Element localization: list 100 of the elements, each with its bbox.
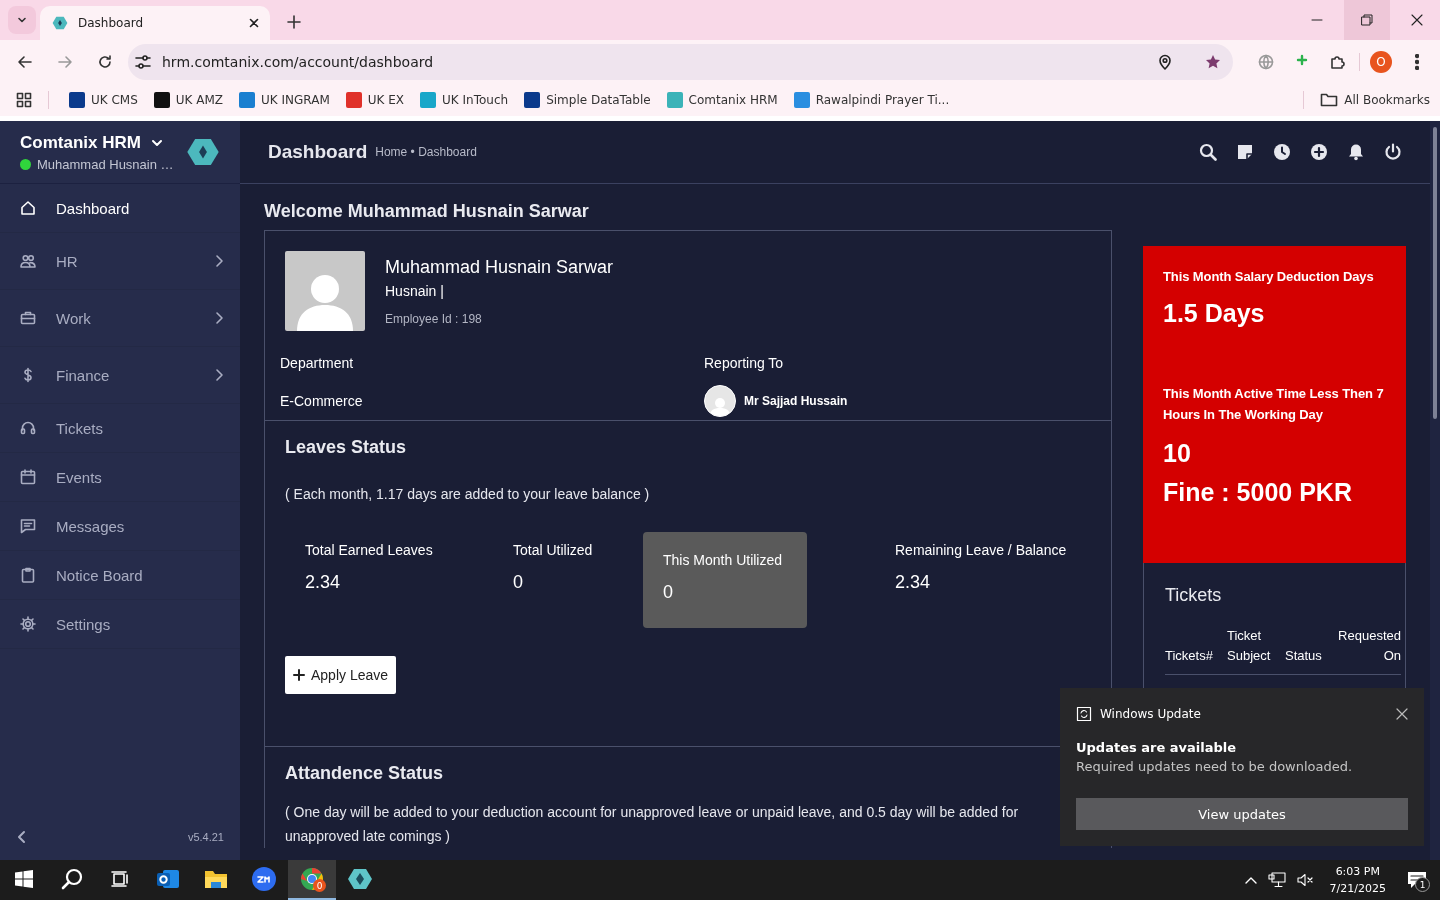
chevron-right-icon [214, 368, 224, 382]
close-icon [1411, 14, 1423, 26]
stat-label: Total Utilized [513, 542, 594, 558]
department-value: E-Commerce [280, 392, 364, 411]
network-icon [1267, 872, 1286, 888]
windows-logo-icon [14, 869, 34, 889]
scrollbar-thumb[interactable] [1433, 127, 1437, 419]
stat-value: 2.34 [305, 572, 342, 593]
card-heading: Tickets [1165, 585, 1223, 606]
show-hidden-icons-button[interactable] [1243, 875, 1258, 885]
bookmark-link[interactable]: UK AMZ [153, 92, 224, 108]
stat-value: 2.34 [895, 572, 932, 593]
sidebar-item[interactable]: Events [0, 453, 240, 502]
calendar-icon [20, 469, 36, 485]
notes-button[interactable] [1236, 143, 1254, 161]
search-button[interactable] [1199, 143, 1217, 161]
network-button[interactable] [1267, 872, 1286, 888]
page-title: Dashboard [268, 141, 368, 163]
column-header: Requested On [1337, 627, 1401, 665]
view-updates-button[interactable]: View updates [1076, 798, 1408, 830]
sidebar-item[interactable]: Notice Board [0, 551, 240, 600]
clock-button[interactable]: 6:03 PM 7/21/2025 [1329, 863, 1386, 897]
section-heading: Leaves Status [285, 437, 408, 458]
welcome-heading: Welcome Muhammad Husnain Sarwar [264, 201, 590, 222]
location-pin-icon [1157, 54, 1173, 70]
sidebar-item[interactable]: HR [0, 233, 240, 290]
employee-id: Employee Id : 198 [385, 312, 483, 326]
employee-nickname: Husnain | [385, 283, 445, 299]
breadcrumb: Home • Dashboard [375, 145, 478, 159]
people-icon [20, 253, 36, 269]
sticky-note-icon [1236, 143, 1254, 161]
sidebar-item[interactable]: Work [0, 290, 240, 347]
active-time-value: 10 [1163, 439, 1192, 468]
address-bar[interactable]: hrm.comtanix.com/account/dashboard [128, 44, 1233, 80]
restore-icon [1361, 14, 1373, 26]
back-arrow-icon [17, 54, 33, 70]
employee-name: Muhammad Husnain Sarwar [385, 257, 614, 278]
field-label: Department [280, 354, 355, 373]
speaker-muted-icon [1295, 872, 1314, 888]
close-icon [248, 17, 260, 29]
bookmark-link[interactable]: Simple DataTable [524, 92, 651, 108]
stat-label: This Month Utilized [663, 552, 784, 568]
bell-icon [1347, 143, 1365, 161]
bookmark-link[interactable]: UK InTouch [420, 92, 509, 108]
bookmark-link[interactable]: UK EX [345, 92, 405, 108]
sidebar-item[interactable]: Messages [0, 502, 240, 551]
collapse-sidebar-button[interactable] [16, 830, 26, 844]
manager-name: Mr Sajjad Hussain [744, 394, 848, 408]
chevron-right-icon [214, 311, 224, 325]
stat-label: Remaining Leave / Balance [895, 542, 1067, 558]
sidebar-item[interactable]: Finance [0, 347, 240, 404]
bookmark-link[interactable]: Rawalpindi Prayer Ti... [793, 92, 950, 108]
all-bookmarks-button[interactable]: All Bookmarks [1320, 92, 1430, 108]
restore-button[interactable] [1344, 0, 1390, 40]
user-name: Muhammad Husnain … [37, 156, 174, 172]
sidebar-item[interactable]: Tickets [0, 404, 240, 453]
apps-grid-icon [16, 92, 32, 108]
globe-icon [1258, 54, 1274, 70]
reload-icon [97, 54, 113, 70]
toast-message: Required updates need to be downloaded. [1076, 759, 1354, 774]
brand-dropdown[interactable]: Comtanix HRM [20, 132, 176, 153]
close-toast-button[interactable] [1396, 708, 1408, 720]
clock-button[interactable] [1273, 143, 1291, 161]
active-time-label: This Month Active Time Less Then 7 Hours In The Working Day [1163, 385, 1385, 424]
deduction-value: 1.5 Days [1163, 299, 1266, 328]
close-icon [1396, 708, 1408, 720]
leave-note: ( Each month, 1.17 days are added to your leave balance ) [285, 485, 651, 504]
folder-icon [1320, 92, 1339, 108]
bookmark-link[interactable]: UK CMS [69, 92, 138, 108]
video-app-icon [251, 866, 277, 892]
bookmark-link[interactable]: Comtanix HRM [666, 92, 778, 108]
taskbar-button[interactable]: 0 [288, 860, 336, 900]
plus-icon [287, 15, 301, 29]
volume-button[interactable] [1295, 872, 1314, 888]
tab-favicon-icon [52, 15, 68, 31]
column-header: Tickets# [1165, 647, 1214, 665]
logout-button[interactable] [1384, 143, 1402, 161]
toast-title: Updates are available [1076, 740, 1238, 755]
column-header: Status [1285, 647, 1323, 665]
update-icon [1076, 706, 1092, 722]
task-view-icon [110, 869, 130, 889]
sidebar-item[interactable]: Dashboard [0, 184, 240, 233]
action-center-button[interactable]: 1 [1402, 865, 1432, 895]
chevron-left-icon [16, 830, 26, 844]
browser-tab[interactable]: Dashboard [40, 6, 270, 40]
forward-arrow-icon [57, 54, 73, 70]
headset-icon [20, 420, 36, 436]
sidebar-item[interactable]: Settings [0, 600, 240, 649]
column-header: Ticket Subject [1227, 627, 1272, 665]
notifications-button[interactable] [1347, 143, 1365, 161]
fine-amount: Fine : 5000 PKR [1163, 478, 1353, 507]
search-icon [60, 867, 84, 891]
apply-leave-button[interactable]: Apply Leave [285, 656, 397, 694]
power-icon [1384, 143, 1402, 161]
clipboard-icon [20, 567, 36, 583]
plus-circle-icon [1310, 143, 1328, 161]
chat-icon [20, 518, 36, 534]
bookmark-star-icon [1205, 54, 1221, 70]
add-button[interactable] [1310, 143, 1328, 161]
bookmark-link[interactable]: UK INGRAM [239, 92, 330, 108]
